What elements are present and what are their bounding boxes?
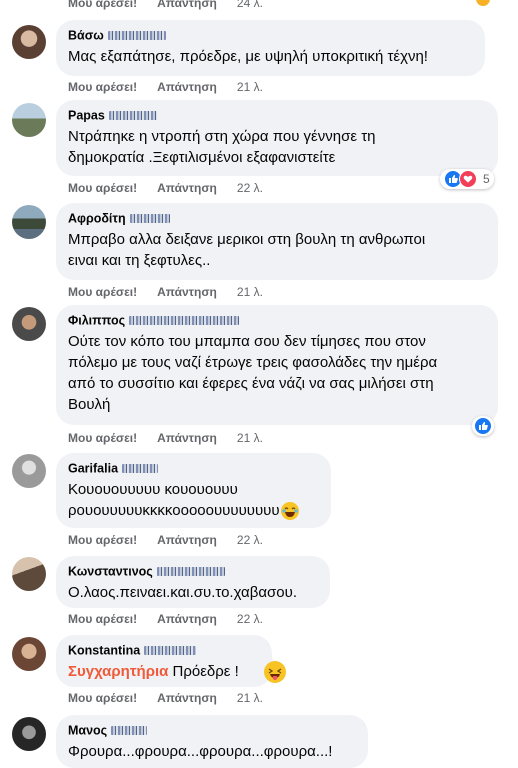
- comment-actions: Μου αρέσει! Απάντηση 21 λ.: [68, 691, 263, 705]
- reply-link[interactable]: Απάντηση: [157, 80, 217, 94]
- comment-bubble: Konstantina Συγχαρητήρια Πρόεδρε !: [56, 635, 272, 687]
- reaction-emoji-icon[interactable]: [476, 0, 490, 6]
- like-link[interactable]: Μου αρέσει!: [68, 691, 137, 705]
- comment-actions: Μου αρέσει! Απάντηση 21 λ.: [68, 285, 263, 299]
- comment-bubble: Μανος Φρουρα...φρουρα...φρουρα...φρουρα.…: [56, 715, 368, 768]
- like-link[interactable]: Μου αρέσει!: [68, 612, 137, 626]
- commenter-name[interactable]: Βάσω: [68, 27, 473, 44]
- like-link[interactable]: Μου αρέσει!: [68, 181, 137, 195]
- tongue-emoji-icon: [264, 661, 286, 683]
- comment-text: Ντράπηκε η ντροπή στη χώρα που γέννησε τ…: [68, 127, 376, 166]
- avatar[interactable]: [12, 557, 46, 591]
- comment-text: Φρουρα...φρουρα...φρουρα...φρουρα...!: [68, 742, 333, 760]
- comment-bubble: Κωνσταντινος Ο.λαος.πειναει.και.συ.το.χα…: [56, 556, 330, 608]
- like-link[interactable]: Μου αρέσει!: [68, 285, 137, 299]
- commenter-name[interactable]: Μανος: [68, 722, 356, 739]
- comment-bubble: Βάσω Μας εξαπάτησε, πρόεδρε, με υψηλή υπ…: [56, 20, 485, 76]
- avatar[interactable]: [12, 637, 46, 671]
- timestamp[interactable]: 21 λ.: [237, 431, 263, 445]
- timestamp[interactable]: 21 λ.: [237, 691, 263, 705]
- reply-link[interactable]: Απάντηση: [157, 0, 217, 10]
- comment-text: Μπραβο αλλα δειξανε μερικοι στη βουλη τη…: [68, 230, 426, 269]
- avatar[interactable]: [12, 25, 46, 59]
- avatar[interactable]: [12, 454, 46, 488]
- comment-bubble: Φιλιππος Ούτε τον κόπο του μπαμπα σου δε…: [56, 305, 498, 425]
- reply-link[interactable]: Απάντηση: [157, 181, 217, 195]
- heart-icon: [459, 170, 477, 188]
- like-link[interactable]: Μου αρέσει!: [68, 80, 137, 94]
- reply-link[interactable]: Απάντηση: [157, 691, 217, 705]
- timestamp[interactable]: 22 λ.: [237, 533, 263, 547]
- comment-bubble: Papas Ντράπηκε η ντροπή στη χώρα που γέν…: [56, 100, 498, 176]
- reaction-summary[interactable]: 5: [440, 169, 494, 189]
- comment-bubble: Garifalia Κουουουυυυυ κουουουυυ ρουουυυυ…: [56, 453, 331, 528]
- reply-link[interactable]: Απάντηση: [157, 285, 217, 299]
- comment-actions: Μου αρέσει! Απάντηση 21 λ.: [68, 80, 263, 94]
- timestamp[interactable]: 22 λ.: [237, 181, 263, 195]
- timestamp[interactable]: 21 λ.: [237, 80, 263, 94]
- comment-actions: Μου αρέσει! Απάντηση 22 λ.: [68, 612, 263, 626]
- comment-text: Μας εξαπάτησε, πρόεδρε, με υψηλή υποκριτ…: [68, 47, 428, 65]
- comment-actions: Μου αρέσει! Απάντηση 22 λ.: [68, 181, 263, 195]
- comment-actions: Μου αρέσει! Απάντηση 21 λ.: [68, 431, 263, 445]
- commenter-name[interactable]: Αφροδίτη: [68, 210, 486, 227]
- commenter-name[interactable]: Κωνσταντινος: [68, 563, 318, 580]
- comment-text: Ούτε τον κόπο του μπαμπα σου δεν τίμησες…: [68, 332, 438, 413]
- commenter-name[interactable]: Konstantina: [68, 642, 260, 659]
- avatar[interactable]: [12, 307, 46, 341]
- reply-link[interactable]: Απάντηση: [157, 533, 217, 547]
- commenter-name[interactable]: Papas: [68, 107, 486, 124]
- avatar[interactable]: [12, 103, 46, 137]
- comment-bubble: Αφροδίτη Μπραβο αλλα δειξανε μερικοι στη…: [56, 203, 498, 280]
- like-link[interactable]: Μου αρέσει!: [68, 0, 137, 10]
- reply-link[interactable]: Απάντηση: [157, 431, 217, 445]
- timestamp[interactable]: 24 λ.: [237, 0, 263, 10]
- comment-actions: Μου αρέσει! Απάντηση 22 λ.: [68, 533, 263, 547]
- laughing-emoji-icon: [280, 501, 299, 520]
- commenter-name[interactable]: Φιλιππος: [68, 312, 486, 329]
- timestamp[interactable]: 21 λ.: [237, 285, 263, 299]
- avatar[interactable]: [12, 717, 46, 751]
- comment-actions: Μου αρέσει! Απάντηση 24 λ.: [68, 0, 263, 10]
- timestamp[interactable]: 22 λ.: [237, 612, 263, 626]
- avatar[interactable]: [12, 205, 46, 239]
- reply-link[interactable]: Απάντηση: [157, 612, 217, 626]
- comment-text: Κουουουυυυυ κουουουυυ ρουουυυυυκκκκοοοοο…: [68, 479, 319, 521]
- comment-text: Συγχαρητήρια Πρόεδρε !: [68, 662, 239, 680]
- thumbs-up-icon: [474, 417, 492, 435]
- comment-text: Ο.λαος.πειναει.και.συ.το.χαβασου.: [68, 583, 297, 601]
- commenter-name[interactable]: Garifalia: [68, 460, 319, 477]
- reaction-summary[interactable]: [472, 416, 494, 436]
- like-link[interactable]: Μου αρέσει!: [68, 431, 137, 445]
- reaction-count: 5: [483, 172, 490, 186]
- like-link[interactable]: Μου αρέσει!: [68, 533, 137, 547]
